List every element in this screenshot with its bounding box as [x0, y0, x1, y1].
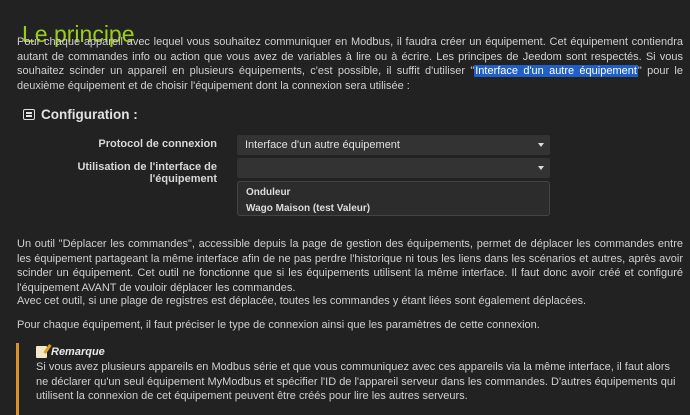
intro-paragraph: Pour chaque appareil avec lequel vous so… [17, 35, 683, 93]
tool-paragraph-2: Avec cet outil, si une plage de registre… [17, 295, 587, 307]
connection-paragraph: Pour chaque équipement, il faut préciser… [17, 319, 540, 331]
protocol-label: Protocol de connexion [98, 138, 217, 150]
interface-link[interactable]: Interface d'un autre équipement [474, 65, 638, 77]
interface-label: Utilisation de l'interface de l'équipeme… [77, 161, 217, 185]
list-alt-icon [23, 109, 35, 120]
interface-dropdown: Onduleur Wago Maison (test Valeur) [237, 181, 550, 216]
config-heading-label: Configuration : [41, 107, 138, 122]
chevron-down-icon [538, 166, 544, 170]
protocol-select[interactable]: Interface d'un autre équipement [237, 135, 550, 155]
remark-box: Remarque Si vous avez plusieurs appareil… [16, 343, 686, 415]
dropdown-option[interactable]: Onduleur [238, 185, 549, 201]
chevron-down-icon [538, 143, 544, 147]
protocol-select-value: Interface d'un autre équipement [245, 139, 400, 151]
dropdown-option[interactable]: Wago Maison (test Valeur) [238, 201, 549, 217]
memo-icon [36, 346, 47, 358]
config-heading: Configuration : [23, 107, 138, 122]
remark-text: Si vous avez plusieurs appareils en Modb… [36, 361, 676, 402]
remark-title: Remarque [51, 346, 105, 358]
remark-heading: Remarque [36, 346, 686, 358]
tool-paragraph: Un outil "Déplacer les commandes", acces… [17, 238, 683, 294]
interface-select[interactable] [237, 158, 550, 178]
